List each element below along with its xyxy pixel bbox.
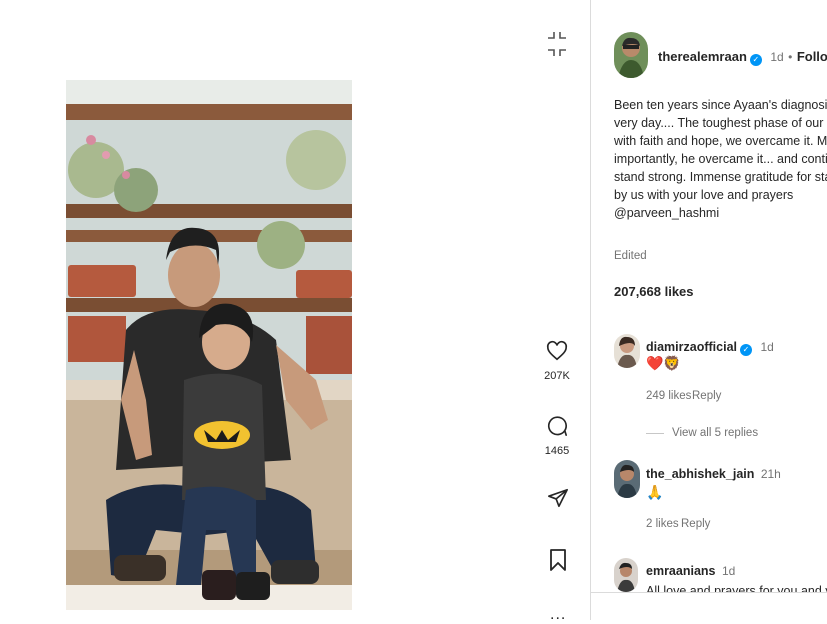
collapse-icon[interactable] bbox=[546, 30, 568, 63]
comment-action[interactable]: 1465 bbox=[535, 415, 579, 457]
heart-icon[interactable] bbox=[546, 340, 568, 362]
post-header: therealemraan✓ 1d • Following bbox=[658, 48, 827, 66]
author-username[interactable]: therealemraan bbox=[658, 49, 747, 64]
caption-line: stand strong. Immense gratitude for stan… bbox=[614, 170, 827, 184]
following-button[interactable]: Following bbox=[797, 49, 827, 64]
edited-label: Edited bbox=[614, 250, 647, 262]
comment-icon[interactable] bbox=[546, 415, 568, 437]
comment-count: 1465 bbox=[544, 445, 570, 457]
verified-badge-icon: ✓ bbox=[749, 54, 762, 66]
author-avatar[interactable] bbox=[614, 32, 648, 78]
commenter-avatar[interactable] bbox=[614, 460, 640, 498]
commenter-username[interactable]: emraanians bbox=[646, 564, 715, 578]
like-count: 207K bbox=[544, 370, 570, 382]
caption-block: Been ten years since Ayaan's diagnosis o… bbox=[614, 96, 827, 222]
comment-likes[interactable]: 2 likes bbox=[646, 518, 679, 530]
like-action[interactable]: 207K bbox=[535, 340, 579, 382]
separator: • bbox=[788, 50, 793, 64]
save-icon[interactable] bbox=[548, 548, 568, 577]
comment-header: emraanians 1d bbox=[646, 562, 735, 580]
caption-line: by us with your love and prayers bbox=[614, 188, 794, 202]
view-replies-button[interactable]: View all 5 replies bbox=[672, 427, 758, 439]
caption-line: Been ten years since Ayaan's diagnosis o… bbox=[614, 98, 827, 112]
verified-badge-icon: ✓ bbox=[740, 344, 752, 356]
commenter-username[interactable]: the_abhishek_jain bbox=[646, 467, 754, 481]
post-time[interactable]: 1d bbox=[770, 50, 783, 64]
comment-input-divider bbox=[590, 592, 827, 593]
commenter-avatar[interactable] bbox=[614, 334, 640, 368]
share-icon[interactable] bbox=[547, 487, 569, 514]
comment-text: ❤️🦁 bbox=[646, 355, 681, 371]
commenter-username[interactable]: diamirzaofficial bbox=[646, 340, 737, 354]
comment-time: 21h bbox=[760, 467, 781, 481]
caption-line: with faith and hope, we overcame it. Mor… bbox=[614, 134, 827, 148]
reply-button[interactable]: Reply bbox=[681, 518, 710, 530]
comment-text: All love and prayers for you and your bbox=[646, 584, 827, 592]
panel-divider bbox=[590, 0, 591, 620]
likes-count[interactable]: 207,668 likes bbox=[614, 284, 694, 299]
mention-link[interactable]: @parveen_hashmi bbox=[614, 204, 827, 222]
commenter-avatar[interactable] bbox=[614, 558, 638, 592]
comment-likes[interactable]: 249 likes bbox=[646, 390, 691, 402]
caption-line: very day.... The toughest phase of our l… bbox=[614, 116, 827, 130]
more-options-icon[interactable]: ... bbox=[550, 606, 566, 624]
replies-line bbox=[646, 433, 664, 434]
post-photo-illustration bbox=[66, 80, 352, 610]
post-photo[interactable] bbox=[66, 80, 352, 610]
caption-line: importantly, he overcame it... and conti… bbox=[614, 152, 827, 166]
comment-text: 🙏 bbox=[646, 484, 664, 500]
comment-header: the_abhishek_jain 21h bbox=[646, 465, 781, 483]
comment-time: 1d bbox=[760, 340, 774, 354]
comment-header: diamirzaofficial ✓ 1d bbox=[646, 338, 774, 356]
reply-button[interactable]: Reply bbox=[692, 390, 721, 402]
comment-time: 1d bbox=[721, 564, 736, 578]
